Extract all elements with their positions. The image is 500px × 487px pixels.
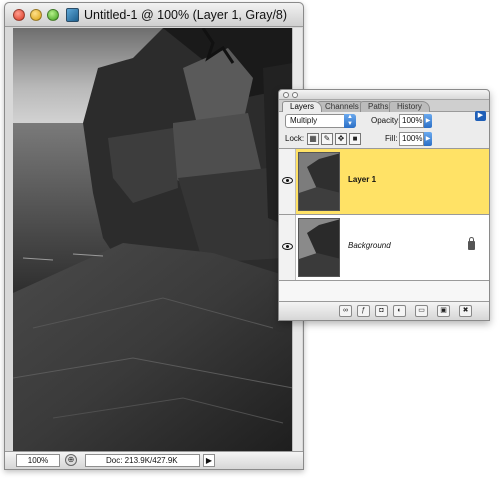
lock-transparency-icon[interactable]: ▦ <box>307 133 319 145</box>
layer-row-background[interactable]: Background <box>279 215 489 281</box>
fill-field[interactable]: 100% <box>399 132 424 146</box>
status-bar: 100% ⊕ Doc: 213.9K/427.9K ▶ <box>5 451 303 469</box>
layer-row-layer-1[interactable]: Layer 1 <box>279 149 489 215</box>
landscape-photo <box>13 28 293 453</box>
document-title: Untitled-1 @ 100% (Layer 1, Gray/8) <box>84 8 288 22</box>
layer-mask-icon[interactable]: ◘ <box>375 305 388 317</box>
link-layers-icon[interactable]: ∞ <box>339 305 352 317</box>
eye-icon <box>282 177 293 184</box>
palette-close-icon[interactable] <box>283 92 289 98</box>
status-menu-arrow-icon[interactable]: ▶ <box>203 454 215 467</box>
lock-all-icon[interactable]: ■ <box>349 133 361 145</box>
zoom-level-field[interactable]: 100% <box>16 454 60 467</box>
layer-body[interactable]: Background <box>296 215 489 280</box>
fill-slider-arrow-icon[interactable]: ▶ <box>424 132 432 146</box>
lock-label: Lock: <box>285 134 305 143</box>
new-layer-icon[interactable]: ▣ <box>437 305 450 317</box>
visibility-toggle[interactable] <box>279 215 296 280</box>
fill-label: Fill: <box>385 134 398 143</box>
palette-collapse-icon[interactable] <box>292 92 298 98</box>
document-size-info: Doc: 213.9K/427.9K <box>85 454 200 467</box>
layer-thumbnail <box>298 218 340 277</box>
close-icon[interactable] <box>13 9 25 21</box>
layer-body[interactable]: Layer 1 <box>296 149 489 214</box>
layer-style-icon[interactable]: ƒ <box>357 305 370 317</box>
layer-thumbnail <box>298 152 340 211</box>
layer-list: Layer 1 Background <box>279 148 489 303</box>
tab-layers[interactable]: Layers <box>282 101 323 112</box>
palette-bottom-bar: ∞ ƒ ◘ ◐ ▭ ▣ ✖ <box>279 301 489 320</box>
opacity-field[interactable]: 100% <box>399 114 424 128</box>
layer-name: Background <box>348 241 391 250</box>
palette-tabs: Layers Channels Paths History ▶ <box>279 100 489 121</box>
info-icon[interactable]: ⊕ <box>65 454 77 466</box>
lock-fill-row: Lock: ▦ ✎ ✥ ■ Fill: 100% ▶ <box>279 130 489 150</box>
lock-image-icon[interactable]: ✎ <box>321 133 333 145</box>
document-titlebar[interactable]: Untitled-1 @ 100% (Layer 1, Gray/8) <box>5 3 303 27</box>
layers-palette: Layers Channels Paths History ▶ Multiply… <box>278 89 490 321</box>
tab-history[interactable]: History <box>389 101 430 112</box>
document-window: Untitled-1 @ 100% (Layer 1, Gray/8) 100%… <box>4 2 304 470</box>
opacity-slider-arrow-icon[interactable]: ▶ <box>424 114 432 128</box>
image-canvas[interactable] <box>13 28 293 453</box>
visibility-toggle[interactable] <box>279 149 296 214</box>
blend-mode-value: Multiply <box>290 116 318 125</box>
opacity-label: Opacity: <box>371 116 401 125</box>
adjustment-layer-icon[interactable]: ◐ <box>393 305 406 317</box>
palette-titlebar[interactable] <box>279 90 489 100</box>
layer-name: Layer 1 <box>348 175 377 184</box>
blend-mode-select[interactable]: Multiply ▲ ▼ <box>285 114 356 128</box>
zoom-icon[interactable] <box>47 9 59 21</box>
minimize-icon[interactable] <box>30 9 42 21</box>
lock-icon <box>468 237 475 250</box>
blend-opacity-row: Multiply ▲ ▼ Opacity: 100% ▶ <box>279 112 489 132</box>
lock-position-icon[interactable]: ✥ <box>335 133 347 145</box>
new-group-icon[interactable]: ▭ <box>415 305 428 317</box>
eye-icon <box>282 243 293 250</box>
chevron-updown-icon: ▲ ▼ <box>344 114 356 128</box>
trash-icon[interactable]: ✖ <box>459 305 472 317</box>
document-proxy-icon[interactable] <box>66 8 79 22</box>
